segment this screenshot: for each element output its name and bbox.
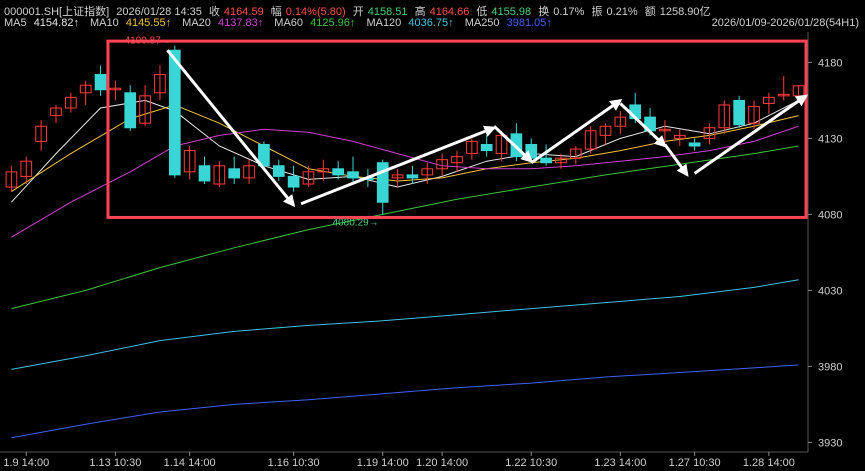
- candle-down: [168, 49, 181, 176]
- x-tick-label: 1.14 14:00: [164, 457, 216, 469]
- y-tick-label: 3930: [818, 437, 842, 449]
- trend-arrow: [300, 125, 497, 206]
- y-tick-label: 4130: [818, 133, 842, 145]
- x-tick-label: 1.19 14:00: [357, 457, 409, 469]
- x-tick-label: 1.20 14:00: [416, 457, 468, 469]
- candle-down: [272, 165, 285, 177]
- candlestick-chart[interactable]: 4180 4130 4080 4030 3980 3930 1.9 14:00 1.13 10…: [0, 0, 865, 471]
- low-annotation: 4080.29→: [333, 217, 379, 228]
- ma120-line: [11, 279, 799, 370]
- ma20-line: [11, 125, 799, 238]
- candle-down: [124, 92, 137, 129]
- x-tick-label: 1.22 10:30: [505, 457, 557, 469]
- candle-down: [406, 174, 419, 179]
- x-tick-label: 1.9 14:00: [3, 457, 49, 469]
- x-tick-label: 1.27 10:30: [669, 457, 721, 469]
- candle-down: [688, 142, 701, 147]
- y-tick-label: 3980: [818, 361, 842, 373]
- y-tick-label: 4080: [818, 209, 842, 221]
- candle-down: [540, 157, 552, 164]
- trend-arrow: [663, 143, 689, 177]
- candle-down: [94, 74, 107, 91]
- candle-down: [733, 99, 746, 126]
- candle-down: [480, 143, 493, 152]
- trend-arrow: [619, 102, 667, 148]
- candle-down: [332, 168, 345, 176]
- trend-arrow: [166, 49, 296, 208]
- y-tick-label: 4030: [818, 285, 842, 297]
- ma250-line: [11, 364, 799, 439]
- ma60-line: [11, 145, 799, 310]
- candle-down: [287, 175, 300, 188]
- candle-down: [228, 168, 241, 179]
- x-tick-label: 1.28 14:00: [743, 457, 795, 469]
- candle-down: [347, 171, 359, 179]
- x-tick-label: 1.13 10:30: [89, 457, 141, 469]
- y-tick-label: 4180: [818, 57, 842, 69]
- x-tick-label: 1.23 14:00: [594, 457, 646, 469]
- candle-down: [198, 165, 211, 182]
- x-tick-label: 1.16 10:30: [268, 457, 320, 469]
- annotation-box: [106, 39, 808, 219]
